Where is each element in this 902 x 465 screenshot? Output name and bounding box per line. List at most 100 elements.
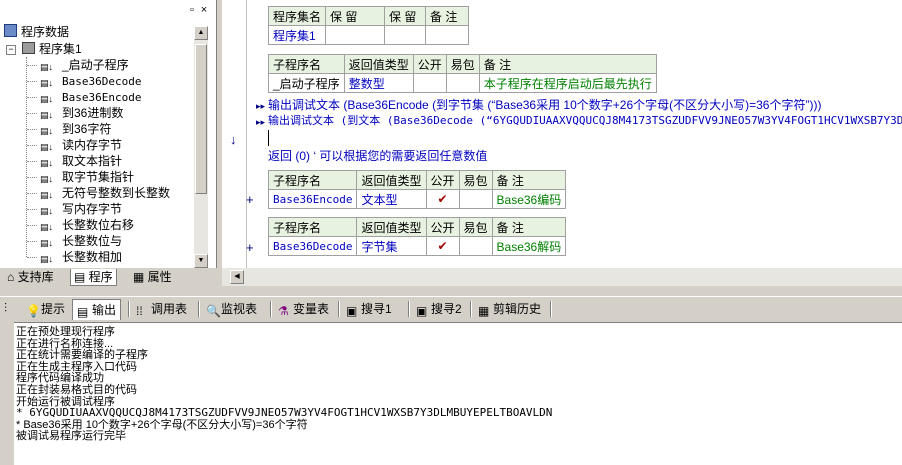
encode-sub-table: 子程序名 返回值类型 公开 易包 备 注 Base36Encode 文本型 ✔ … (267, 170, 567, 209)
assembly-table: 程序集名 保 留 保 留 备 注 程序集1 (267, 6, 470, 45)
expand-icon[interactable]: + (246, 240, 254, 255)
step-marker-icon: ▸▸ (256, 101, 266, 111)
tab-program[interactable]: ▤ 程序 (70, 269, 117, 286)
sub-header-pack: 易包 (458, 217, 493, 237)
tree-item-label: 长整数位与 (62, 234, 123, 248)
tree-root[interactable]: 程序数据 (4, 24, 69, 40)
sub-header-return: 返回值类型 (343, 54, 414, 74)
tree-item-subprogram[interactable]: ▤↓ 写内存字节 (40, 201, 122, 217)
sub-pack-cell[interactable] (458, 189, 493, 209)
tab-hints[interactable]: 💡提示 (22, 299, 69, 319)
assembly-name-cell[interactable]: 程序集1 (267, 25, 327, 45)
tree-item-subprogram[interactable]: ▤↓ 长整数位右移 (40, 217, 134, 233)
tab-search-2[interactable]: ▣ 搜寻2 (412, 299, 466, 319)
tree-scrollbar[interactable]: ▲ ▼ (194, 26, 208, 268)
scroll-up-icon[interactable]: ▲ (194, 26, 208, 40)
tree-guide-line (27, 209, 37, 210)
tree-guide-line (27, 177, 37, 178)
subprogram-icon: ▤↓ (40, 238, 54, 248)
tree-item-subprogram[interactable]: ▤↓ 到36进制数 (40, 105, 123, 121)
subprogram-icon: ▤↓ (40, 142, 54, 152)
editor-horizontal-scrollbar[interactable]: ◀ (222, 268, 902, 286)
sub-pack-cell[interactable] (458, 236, 493, 256)
tree-item-subprogram[interactable]: ▤↓ Base36Encode (40, 89, 141, 105)
code-line[interactable]: 返回 (0) ‘ 可以根据您的需要返回任意数值 (268, 148, 487, 164)
library-icon: ⌂ (7, 270, 18, 284)
subprogram-icon: ▤↓ (40, 206, 54, 216)
tree-item-label: 长整数相加 (62, 250, 123, 264)
sub-pack-cell[interactable] (445, 73, 480, 93)
code-line[interactable]: 输出调试文本 (到文本 (Base36Decode (“6YGQUDIUAAXV… (268, 113, 902, 129)
tab-output[interactable]: ▤ 输出 (72, 299, 122, 320)
tab-search-1[interactable]: ▣ 搜寻1 (342, 299, 396, 319)
collapse-icon[interactable]: − (6, 45, 16, 55)
expand-icon[interactable]: + (246, 192, 254, 207)
assembly-reserve1-cell[interactable] (325, 25, 386, 45)
sub-return-cell[interactable]: 整数型 (343, 73, 414, 93)
tree-item-subprogram[interactable]: ▤↓ 到36字符 (40, 121, 111, 137)
sub-header-return: 返回值类型 (356, 217, 427, 237)
subprogram-icon: ▤↓ (40, 158, 54, 168)
assembly-note-cell[interactable] (425, 25, 470, 45)
sub-note-cell[interactable]: Base36解码 (491, 236, 567, 256)
code-line-3: 返回 (0) ‘ 可以根据您的需要返回任意数值 (268, 149, 488, 163)
tree-guide-line (27, 81, 37, 82)
scroll-left-icon[interactable]: ◀ (230, 270, 244, 284)
tab-support-library[interactable]: ⌂ 支持库 (4, 269, 57, 285)
code-line[interactable]: 输出调试文本 (Base36Encode (到字节集 (“Base36采用 10… (268, 97, 821, 113)
tab-watch-table[interactable]: 🔍监视表 (202, 299, 261, 319)
sub-return-cell[interactable]: 字节集 (356, 236, 427, 256)
tab-separator (128, 301, 130, 317)
tab-variable-table[interactable]: ⚗ 变量表 (274, 299, 333, 319)
pin-icon[interactable]: ⫶ (4, 301, 7, 316)
tab-properties[interactable]: ▦ 属性 (130, 269, 175, 285)
tree-item-subprogram[interactable]: ▤↓ 取文本指针 (40, 153, 122, 169)
decode-sub-table: 子程序名 返回值类型 公开 易包 备 注 Base36Decode 字节集 ✔ … (267, 217, 567, 256)
sub-name-cell[interactable]: Base36Encode (267, 189, 358, 209)
tree-item-label: 取文本指针 (62, 154, 123, 168)
output-line: 正在生成主程序入口代码 (16, 360, 137, 373)
tree-guide-line (27, 193, 37, 194)
sub-public-cell[interactable] (412, 73, 447, 93)
tree-item-subprogram[interactable]: ▤↓ 长整数位与 (40, 233, 122, 249)
program-tree-panel: ▫ × 程序数据 − 程序集1 ▤↓ _启动子程序 ▤↓ Base36Decode ▤↓ B… (0, 0, 217, 268)
sub-name-cell[interactable]: _启动子程序 (268, 73, 345, 93)
tree-window-controls: ▫ × (186, 4, 212, 16)
code-editor[interactable]: 程序集名 保 留 保 留 备 注 程序集1 子程序名 返回值类型 公开 易包 备… (222, 0, 902, 268)
tree-item-subprogram[interactable]: ▤↓ 长整数相加 (40, 249, 122, 265)
output-panel[interactable]: 正在预处理现行程序 正在进行名称连接... 正在统计需要编译的子程序 正在生成主程序入… (14, 322, 902, 465)
public-check-icon[interactable]: ✔ (425, 236, 460, 256)
tree-item-subprogram[interactable]: ▤↓ 无符号整数到长整数 (40, 185, 170, 201)
public-check-icon[interactable]: ✔ (425, 189, 460, 209)
assembly-icon (22, 42, 35, 54)
tree-item-subprogram[interactable]: ▤↓ 取字节集指针 (40, 169, 134, 185)
subprogram-icon: ▤↓ (40, 174, 54, 184)
close-icon[interactable]: × (198, 4, 210, 16)
restore-icon[interactable]: ▫ (186, 4, 198, 16)
tab-call-table[interactable]: ⁞⁞ 调用表 (132, 299, 191, 319)
sub-name-cell[interactable]: Base36Decode (267, 236, 358, 256)
subprogram-icon: ▤↓ (40, 190, 54, 200)
tab-clip-history[interactable]: ▦ 剪辑历史 (474, 299, 545, 319)
output-panel-handle[interactable] (0, 322, 14, 464)
sub-note-cell[interactable]: 本子程序在程序启动后最先执行 (478, 73, 657, 93)
tab-support-library-label: 支持库 (17, 270, 54, 284)
assembly-reserve2-cell[interactable] (384, 25, 427, 45)
tree-item-subprogram[interactable]: ▤↓ Base36Decode (40, 73, 141, 89)
tree-item-subprogram[interactable]: ▤↓ _启动子程序 (40, 57, 129, 73)
scroll-thumb[interactable] (195, 44, 207, 194)
tree-item-subprogram[interactable]: ▤↓ 读内存字节 (40, 137, 122, 153)
tree-guide-line (27, 145, 37, 146)
sub-note-cell[interactable]: Base36编码 (491, 189, 567, 209)
sub-return-cell[interactable]: 文本型 (356, 189, 427, 209)
scroll-down-icon[interactable]: ▼ (194, 254, 208, 268)
tree-guide-line (27, 257, 37, 258)
tree-assembly[interactable]: 程序集1 (22, 41, 82, 57)
sub-header-name: 子程序名 (267, 170, 358, 190)
tab-watch-table-label: 监视表 (221, 302, 258, 316)
hint-icon: 💡 (26, 304, 41, 318)
tree-guide-line (26, 57, 27, 257)
tab-separator (338, 301, 340, 317)
output-line: * 6YGQUDIUAAXVQQUCQJ8M4173TSGZUDFVV9JNEO… (16, 406, 553, 420)
tree-guide-line (27, 97, 37, 98)
